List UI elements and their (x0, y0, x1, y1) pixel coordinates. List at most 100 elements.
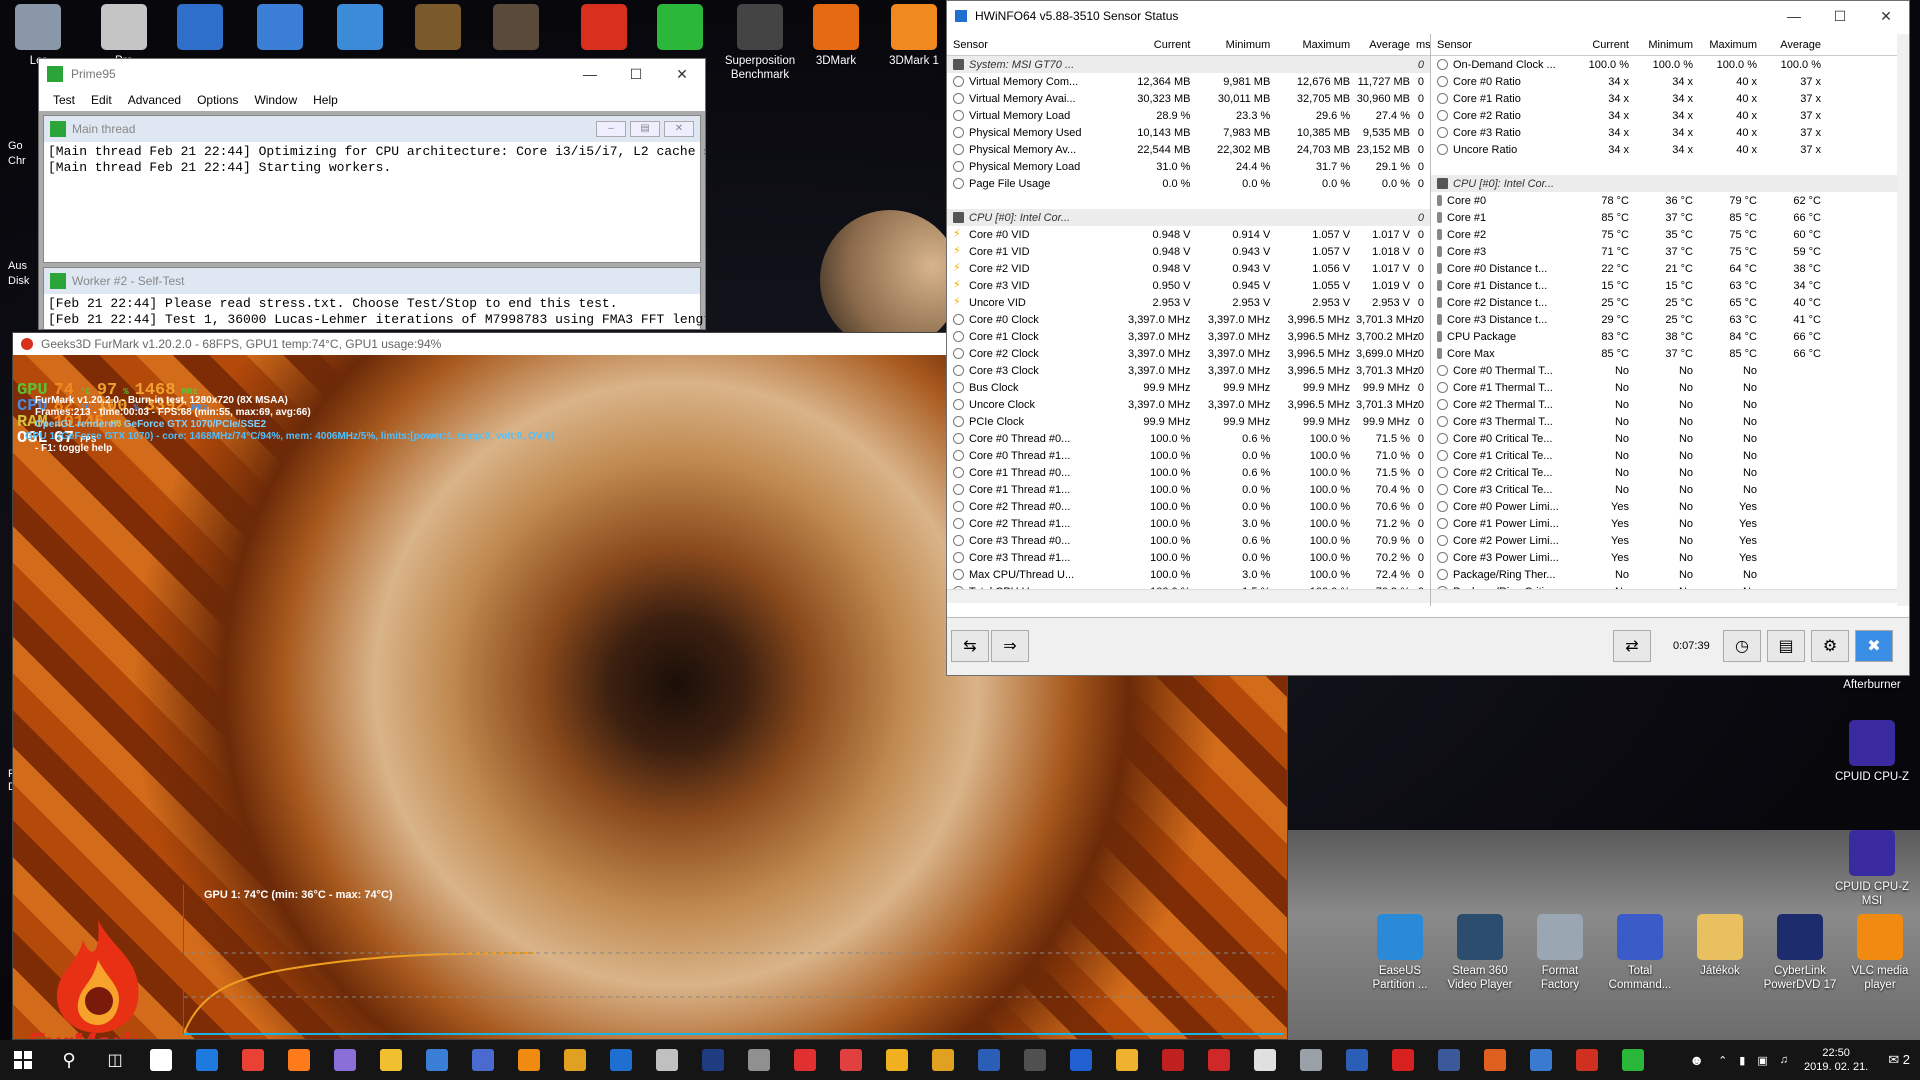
maximize-button[interactable]: ☐ (613, 59, 659, 89)
sensor-table-right[interactable]: Sensor Current Minimum Maximum Average On-De… (1431, 34, 1909, 606)
network-icon[interactable]: ⇄ (1613, 630, 1651, 662)
taskbar-app-icon[interactable] (1196, 1040, 1242, 1080)
maximize-button[interactable]: ☐ (1817, 1, 1863, 31)
desktop-icon[interactable]: Steam 360 Video Player (1442, 914, 1518, 992)
sensor-row[interactable]: Core #0 Thread #0... 100.0 % 0.6 % 100.0 % 7… (947, 430, 1430, 447)
taskbar-app-icon[interactable] (138, 1040, 184, 1080)
main-thread-window[interactable]: Main thread – ▤ ✕ [Main thread Feb 21 22:4… (43, 115, 705, 263)
sensor-row[interactable]: Core #1 Thread #1... 100.0 % 0.0 % 100.0 % 7… (947, 481, 1430, 498)
desktop-icon[interactable]: Superposition Benchmark (722, 4, 798, 82)
taskbar-app-icon[interactable] (1472, 1040, 1518, 1080)
taskbar-app-icon[interactable] (1334, 1040, 1380, 1080)
menu-edit[interactable]: Edit (91, 93, 112, 107)
battery-icon[interactable]: ▮ (1739, 1054, 1745, 1067)
sensor-row[interactable]: Core #2 Distance t... 25 °C 25 °C 65 °C 40 °… (1431, 294, 1909, 311)
sensor-row[interactable]: On-Demand Clock ... 100.0 % 100.0 % 100.0 %… (1431, 56, 1909, 73)
sensor-row[interactable]: Max CPU/Thread U... 100.0 % 3.0 % 100.0 % 72… (947, 566, 1430, 583)
desktop-icon[interactable] (242, 4, 318, 54)
sensor-row[interactable]: Virtual Memory Com... 12,364 MB 9,981 MB 12… (947, 73, 1430, 90)
sensor-row[interactable]: Core #3 Thermal T... No No No (1431, 413, 1909, 430)
desktop-icon[interactable]: CPUID CPU-Z (1834, 720, 1910, 784)
sensor-row[interactable]: Physical Memory Used 10,143 MB 7,983 MB 10,… (947, 124, 1430, 141)
sensor-row[interactable]: Core #2 Thread #1... 100.0 % 3.0 % 100.0 % 7… (947, 515, 1430, 532)
taskbar-app-icon[interactable] (644, 1040, 690, 1080)
sensor-table-right-header[interactable]: Sensor Current Minimum Maximum Average (1431, 34, 1909, 56)
taskbar-app-icon[interactable] (1518, 1040, 1564, 1080)
settings-icon[interactable]: ⚙ (1811, 630, 1849, 662)
taskbar-app-icon[interactable] (276, 1040, 322, 1080)
sensor-row[interactable]: Package/Ring Ther... No No No (1431, 566, 1909, 583)
sensor-row[interactable]: Core #3 Critical Te... No No No (1431, 481, 1909, 498)
taskbar-app-icon[interactable] (1104, 1040, 1150, 1080)
sensor-row[interactable]: Core Max 85 °C 37 °C 85 °C 66 °C (1431, 345, 1909, 362)
child-restore-button[interactable]: ▤ (630, 121, 660, 137)
sensor-row[interactable]: ⚡ Core #3 VID 0.950 V 0.945 V 1.055 V 1.019 V… (947, 277, 1430, 294)
child-minimize-button[interactable]: – (596, 121, 626, 137)
sensor-row[interactable]: Core #1 Clock 3,397.0 MHz 3,397.0 MHz 3,996… (947, 328, 1430, 345)
taskbar-app-icon[interactable] (368, 1040, 414, 1080)
taskbar-app-icon[interactable] (598, 1040, 644, 1080)
sensor-row[interactable]: ⚡ Core #0 VID 0.948 V 0.914 V 1.057 V 1.017 V… (947, 226, 1430, 243)
sensor-row[interactable]: Physical Memory Av... 22,544 MB 22,302 MB 2… (947, 141, 1430, 158)
desktop-icon[interactable] (566, 4, 642, 54)
child-close-button[interactable]: ✕ (664, 121, 694, 137)
desktop-icon[interactable] (162, 4, 238, 54)
people-icon[interactable]: ☻ (1689, 1052, 1704, 1068)
column-header-sensor[interactable]: Sensor (1431, 39, 1571, 51)
menu-window[interactable]: Window (254, 93, 297, 107)
prime95-window[interactable]: Prime95 — ☐ ✕ Test Edit Advanced Options Win… (38, 58, 706, 330)
search-icon[interactable]: ⚲ (46, 1040, 92, 1080)
taskbar-app-icon[interactable] (414, 1040, 460, 1080)
taskbar-app-icon[interactable] (322, 1040, 368, 1080)
close-button[interactable]: ✕ (659, 59, 705, 89)
taskbar-app-icon[interactable] (460, 1040, 506, 1080)
sensor-row[interactable]: Core #0 Clock 3,397.0 MHz 3,397.0 MHz 3,996… (947, 311, 1430, 328)
system-clock[interactable]: 22:50 2019. 02. 21. (1804, 1046, 1868, 1074)
minimize-button[interactable]: — (567, 59, 613, 89)
sensor-table-left-header[interactable]: Sensor Current Minimum Maximum Average ms (947, 34, 1430, 56)
clock-icon[interactable]: ◷ (1723, 630, 1761, 662)
sensor-row[interactable]: Core #2 Critical Te... No No No (1431, 464, 1909, 481)
sensor-row[interactable]: Core #3 Thread #1... 100.0 % 0.0 % 100.0 % 7… (947, 549, 1430, 566)
column-header-average[interactable]: Average (1356, 39, 1416, 51)
worker-titlebar[interactable]: Worker #2 - Self-Test (44, 268, 700, 294)
sensor-row[interactable]: Core #0 78 °C 36 °C 79 °C 62 °C (1431, 192, 1909, 209)
nav-left-right-icon[interactable]: ⇆ (951, 630, 989, 662)
desktop-icon[interactable]: Total Command... (1602, 914, 1678, 992)
sensor-row[interactable]: Core #3 Ratio 34 x 34 x 40 x 37 x (1431, 124, 1909, 141)
desktop-icon[interactable]: EaseUS Partition ... (1362, 914, 1438, 992)
sensor-row[interactable]: Core #0 Thermal T... No No No (1431, 362, 1909, 379)
taskbar-app-icon[interactable] (230, 1040, 276, 1080)
sensor-row[interactable]: Core #3 71 °C 37 °C 75 °C 59 °C (1431, 243, 1909, 260)
sensor-row[interactable]: Core #0 Power Limi... Yes No Yes (1431, 498, 1909, 515)
sensor-group-row[interactable]: System: MSI GT70 ... 0 (947, 56, 1430, 73)
menu-options[interactable]: Options (197, 93, 238, 107)
taskbar-app-icon[interactable] (1012, 1040, 1058, 1080)
desktop-icon[interactable] (642, 4, 718, 54)
sensor-row[interactable]: Core #1 Critical Te... No No No (1431, 447, 1909, 464)
taskbar-app-icon[interactable] (1242, 1040, 1288, 1080)
column-header-minimum[interactable]: Minimum (1196, 39, 1276, 51)
menu-advanced[interactable]: Advanced (128, 93, 181, 107)
sensor-row[interactable]: Uncore Clock 3,397.0 MHz 3,397.0 MHz 3,996.… (947, 396, 1430, 413)
sensor-row[interactable]: Core #3 Clock 3,397.0 MHz 3,397.0 MHz 3,996… (947, 362, 1430, 379)
sensor-row[interactable]: Physical Memory Load 31.0 % 24.4 % 31.7 % 29… (947, 158, 1430, 175)
desktop-icon[interactable]: Játékok (1682, 914, 1758, 978)
sensor-row[interactable]: Core #1 Power Limi... Yes No Yes (1431, 515, 1909, 532)
sensor-row[interactable]: PCIe Clock 99.9 MHz 99.9 MHz 99.9 MHz 99.9 M… (947, 413, 1430, 430)
sensor-group-row[interactable]: CPU [#0]: Intel Cor... (1431, 175, 1909, 192)
sensor-row[interactable]: Bus Clock 99.9 MHz 99.9 MHz 99.9 MHz 99.9 MH… (947, 379, 1430, 396)
sensor-row[interactable]: Core #3 Distance t... 29 °C 25 °C 63 °C 41 °… (1431, 311, 1909, 328)
sensor-row[interactable]: ⚡ Core #1 VID 0.948 V 0.943 V 1.057 V 1.018 V… (947, 243, 1430, 260)
column-header-maximum[interactable]: Maximum (1276, 39, 1356, 51)
sensor-table-left[interactable]: Sensor Current Minimum Maximum Average ms Sys… (947, 34, 1431, 606)
sensor-row[interactable]: Core #1 Thread #0... 100.0 % 0.6 % 100.0 % 7… (947, 464, 1430, 481)
sensor-row[interactable]: Core #0 Ratio 34 x 34 x 40 x 37 x (1431, 73, 1909, 90)
sensor-row[interactable]: Core #0 Distance t... 22 °C 21 °C 64 °C 38 °… (1431, 260, 1909, 277)
hwinfo-window[interactable]: HWiNFO64 v5.88-3510 Sensor Status — ☐ ✕ … (946, 0, 1910, 676)
sensor-row[interactable]: Core #2 Thermal T... No No No (1431, 396, 1909, 413)
sensor-row[interactable]: Core #2 75 °C 35 °C 75 °C 60 °C (1431, 226, 1909, 243)
sensor-row[interactable]: Core #3 Power Limi... Yes No Yes (1431, 549, 1909, 566)
sensor-row[interactable]: ⚡ Core #2 VID 0.948 V 0.943 V 1.056 V 1.017 V… (947, 260, 1430, 277)
taskbar-app-icon[interactable] (736, 1040, 782, 1080)
